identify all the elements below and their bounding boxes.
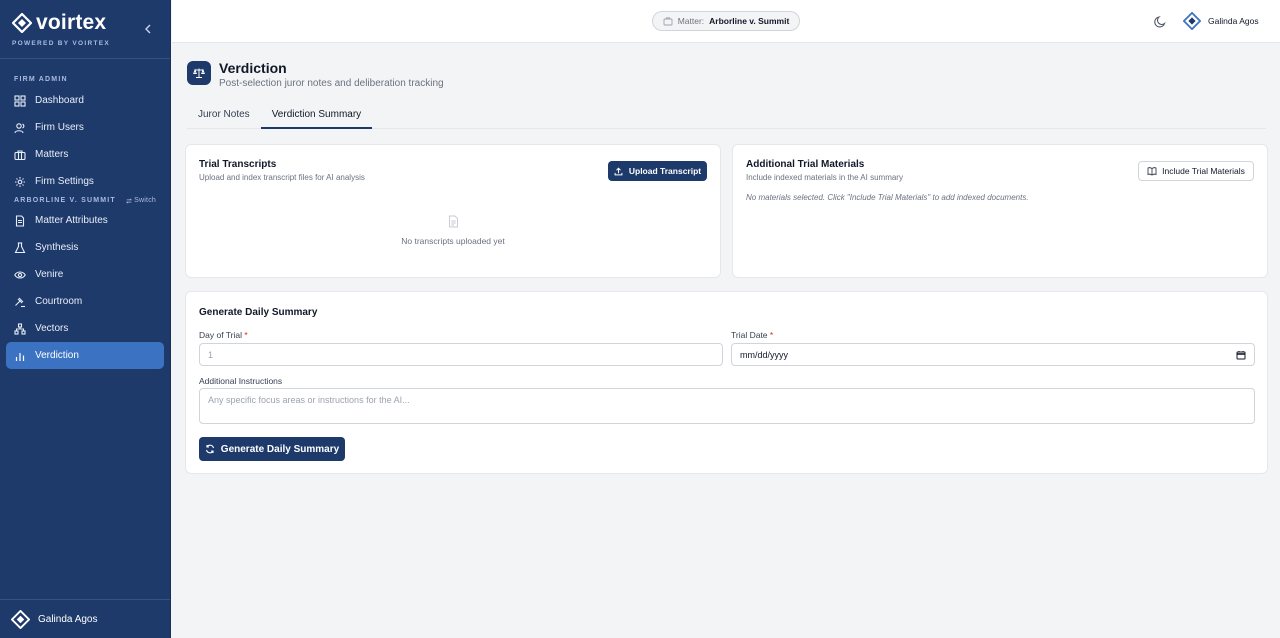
generate-daily-summary-label: Generate Daily Summary	[220, 443, 340, 455]
additional-instructions-placeholder: Any specific focus areas or instructions…	[208, 395, 410, 405]
user-name: Galinda Agos	[1208, 16, 1259, 26]
refresh-icon	[205, 444, 214, 454]
materials-empty-note: No materials selected. Click "Include Tr…	[746, 193, 1029, 202]
page-subtitle: Post-selection juror notes and deliberat…	[219, 78, 444, 89]
day-of-trial-input[interactable]: 1	[199, 343, 723, 366]
grid-icon	[14, 94, 26, 107]
topbar: Matter: Arborline v. Summit Galinda Agos	[172, 0, 1280, 43]
sidebar-item-label: Courtroom	[35, 296, 83, 307]
trial-materials-card: Additional Trial Materials Include index…	[732, 144, 1268, 278]
matter-selector[interactable]: Matter: Arborline v. Summit	[652, 11, 800, 31]
tab-bar: Juror Notes Verdiction Summary	[187, 101, 1266, 129]
generate-summary-card: Generate Daily Summary Day of Trial * 1 …	[185, 291, 1268, 474]
document-icon	[15, 214, 25, 227]
sidebar-item-vectors[interactable]: Vectors	[6, 315, 164, 342]
tab-juror-notes[interactable]: Juror Notes	[187, 101, 261, 129]
sidebar-item-label: Matter Attributes	[35, 215, 108, 226]
day-of-trial-label: Day of Trial *	[199, 330, 248, 340]
sidebar-item-label: Venire	[35, 269, 64, 280]
sidebar: voirtex POWERED BY VOIRTEX FIRM ADMIN Da…	[0, 0, 171, 638]
sidebar-item-label: Verdiction	[35, 350, 79, 361]
trial-date-input[interactable]: mm/dd/yyyy	[731, 343, 1255, 366]
sidebar-item-courtroom[interactable]: Courtroom	[6, 288, 164, 315]
sidebar-item-label: Dashboard	[35, 95, 84, 106]
users-icon	[14, 122, 25, 133]
required-marker: *	[769, 330, 774, 340]
briefcase-icon	[14, 149, 26, 160]
trial-date-label-text: Trial Date	[731, 330, 768, 340]
book-open-icon	[1147, 167, 1157, 176]
sidebar-item-label: Matters	[35, 149, 69, 160]
flask-icon	[14, 241, 26, 253]
page-header: Verdiction Post-selection juror notes an…	[187, 61, 444, 89]
calendar-icon[interactable]	[1236, 350, 1246, 360]
page-title: Verdiction	[219, 60, 287, 76]
sidebar-item-firm-users[interactable]: Firm Users	[6, 114, 164, 141]
transcripts-empty-text: No transcripts uploaded yet	[401, 236, 505, 246]
additional-instructions-label: Additional Instructions	[199, 376, 283, 386]
sidebar-item-label: Firm Users	[35, 122, 84, 133]
tab-verdiction-summary[interactable]: Verdiction Summary	[260, 101, 373, 129]
matter-section-title: ARBORLINE V. SUMMIT	[14, 197, 116, 204]
chevron-left-icon[interactable]	[142, 22, 154, 36]
network-icon	[14, 322, 26, 335]
section-label-firm-admin: FIRM ADMIN	[14, 76, 68, 83]
upload-transcript-label: Upload Transcript	[628, 166, 702, 176]
user-avatar-icon	[1183, 12, 1201, 30]
brand-subtitle: POWERED BY VOIRTEX	[12, 40, 111, 47]
switch-matter-link[interactable]: Switch	[126, 197, 156, 204]
sidebar-item-matter-attributes[interactable]: Matter Attributes	[6, 207, 164, 234]
swap-icon	[126, 198, 133, 203]
sidebar-item-label: Firm Settings	[35, 176, 94, 187]
include-trial-materials-label: Include Trial Materials	[1162, 166, 1245, 176]
upload-transcript-button[interactable]: Upload Transcript	[608, 161, 707, 181]
sidebar-item-label: Vectors	[35, 323, 69, 334]
required-marker: *	[244, 330, 248, 340]
sidebar-user[interactable]: Galinda Agos	[0, 599, 170, 638]
file-icon	[448, 215, 458, 228]
sidebar-item-dashboard[interactable]: Dashboard	[6, 87, 164, 114]
gavel-icon	[15, 297, 25, 307]
sidebar-item-synthesis[interactable]: Synthesis	[6, 234, 164, 261]
briefcase-icon	[663, 17, 673, 26]
generate-summary-title: Generate Daily Summary	[199, 307, 318, 318]
day-of-trial-placeholder: 1	[208, 349, 214, 360]
trial-date-label: Trial Date *	[731, 330, 773, 340]
scale-icon	[193, 68, 205, 78]
additional-instructions-textarea[interactable]: Any specific focus areas or instructions…	[199, 388, 1255, 424]
generate-daily-summary-button[interactable]: Generate Daily Summary	[199, 437, 345, 461]
day-of-trial-label-text: Day of Trial	[199, 330, 242, 340]
sidebar-item-matters[interactable]: Matters	[6, 141, 164, 168]
include-trial-materials-button[interactable]: Include Trial Materials	[1138, 161, 1254, 181]
page-icon	[187, 61, 211, 85]
sidebar-item-venire[interactable]: Venire	[6, 261, 164, 288]
switch-label: Switch	[134, 197, 156, 204]
brand-name: voirtex	[36, 11, 107, 34]
transcripts-empty-state: No transcripts uploaded yet	[186, 215, 720, 246]
trial-transcripts-card: Trial Transcripts Upload and index trans…	[185, 144, 721, 278]
user-avatar-icon	[11, 609, 30, 629]
voirtex-logo-icon	[12, 13, 32, 33]
upload-icon	[614, 167, 623, 175]
brand-area: voirtex POWERED BY VOIRTEX	[0, 0, 170, 59]
sidebar-user-name: Galinda Agos	[38, 613, 98, 625]
moon-icon[interactable]	[1154, 15, 1167, 28]
eye-icon	[14, 270, 26, 279]
sidebar-item-verdiction[interactable]: Verdiction	[6, 342, 164, 369]
sidebar-item-label: Synthesis	[35, 242, 79, 253]
section-label-matter: ARBORLINE V. SUMMIT Switch	[0, 197, 170, 204]
sidebar-item-firm-settings[interactable]: Firm Settings	[6, 168, 164, 195]
bar-chart-icon	[15, 352, 25, 361]
user-menu[interactable]: Galinda Agos	[1183, 12, 1259, 30]
trial-date-value: mm/dd/yyyy	[740, 349, 789, 360]
matter-name: Arborline v. Summit	[709, 16, 790, 26]
gear-icon	[15, 176, 25, 187]
matter-prefix: Matter:	[677, 16, 705, 26]
